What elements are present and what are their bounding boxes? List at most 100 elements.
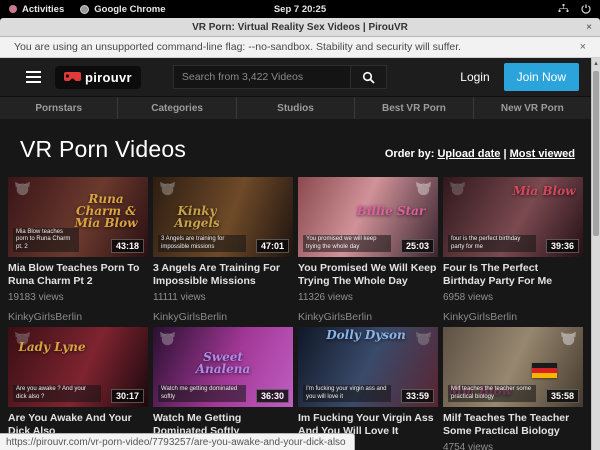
site-logo[interactable]: pirouvr [55,66,141,89]
channel-link[interactable]: KinkyGirlsBerlin [8,311,148,323]
thumbnail-caption: Milf teaches the teacher some practical … [448,385,536,402]
nav-item-studios[interactable]: Studios [237,97,355,119]
hamburger-menu-icon[interactable] [26,71,41,83]
infobar-close-button[interactable]: × [580,41,586,53]
order-by-control: Order by: Upload date | Most viewed [385,148,575,160]
vr-goggles-icon [64,72,81,83]
order-by-label: Order by: [385,148,435,160]
video-card[interactable]: Billie Star You promised we will keep tr… [298,177,438,323]
chrome-icon [80,5,89,14]
window-title: VR Porn: Virtual Reality Sex Videos | Pi… [192,22,408,33]
video-thumbnail[interactable]: Kinky Angels 3 Angels are training for i… [153,177,293,257]
scrollbar-thumb[interactable] [593,71,599,236]
search-button[interactable] [351,65,387,89]
thumbnail-caption: You promised we will keep trying the who… [303,235,391,252]
active-app-menu[interactable]: Google Chrome [80,4,165,15]
video-card[interactable]: Lady Lyne Are you awake ? And your dick … [8,327,148,450]
video-card[interactable]: Dolly Dyson I'm fucking your virgin ass … [298,327,438,450]
channel-link[interactable]: KinkyGirlsBerlin [153,311,293,323]
channel-link[interactable]: KinkyGirlsBerlin [443,311,583,323]
duration-badge: 43:18 [111,239,144,253]
nav-item-new-vr-porn[interactable]: New VR Porn [474,97,591,119]
power-icon[interactable] [581,4,591,14]
thumbnail-caption: Watch me getting dominated softly [158,385,246,402]
cat-mask-watermark-icon [560,331,577,351]
thumbnail-caption: I'm fucking your virgin ass and you will… [303,385,391,402]
video-thumbnail[interactable]: Runa Charm & Mia Blow Mia Blow teaches p… [8,177,148,257]
order-most-viewed-link[interactable]: Most viewed [510,148,575,160]
cat-mask-watermark-icon [449,181,466,201]
system-top-bar: Sep 7 20:25 Activities Google Chrome [0,0,600,18]
order-upload-date-link[interactable]: Upload date [437,148,500,160]
scrollbar-up-arrow-icon[interactable]: ▲ [592,59,600,69]
video-title[interactable]: Four Is The Perfect Birthday Party For M… [443,262,583,288]
thumbnail-overlay-title: Kinky Angels [161,205,233,229]
cat-mask-watermark-icon [415,331,432,351]
nav-item-pornstars[interactable]: Pornstars [0,97,118,119]
page-title: VR Porn Videos [20,136,186,163]
german-flag-icon [532,363,557,378]
duration-badge: 39:36 [546,239,579,253]
video-card[interactable]: Mia Blow Milf teaches the teacher some p… [443,327,583,450]
active-app-label: Google Chrome [94,4,165,15]
nav-item-best-vr-porn[interactable]: Best VR Porn [355,97,473,119]
browser-title-bar: VR Porn: Virtual Reality Sex Videos | Pi… [0,18,600,37]
activities-icon [9,5,17,13]
infobar-message: You are using an unsupported command-lin… [14,41,461,53]
video-thumbnail[interactable]: Billie Star You promised we will keep tr… [298,177,438,257]
video-card[interactable]: Mia Blow four is the perfect birthday pa… [443,177,583,323]
video-title[interactable]: You Promised We Will Keep Trying The Who… [298,262,438,288]
join-now-button[interactable]: Join Now [504,63,579,91]
duration-badge: 47:01 [256,239,289,253]
video-title[interactable]: 3 Angels Are Training For Impossible Mis… [153,262,293,288]
search-input[interactable] [173,65,351,89]
thumbnail-overlay-title: Mia Blow [509,185,579,197]
search-bar [173,65,387,89]
logo-text: pirouvr [85,70,132,85]
video-thumbnail[interactable]: Dolly Dyson I'm fucking your virgin ass … [298,327,438,407]
thumbnail-caption: Are you awake ? And your dick also ? [13,385,101,402]
thumbnail-overlay-title: Sweet Analena [177,351,269,375]
view-count: 6958 views [443,292,583,303]
browser-viewport: pirouvr Login Join Now Pornstars Categor… [0,58,600,450]
status-url-tooltip: https://pirouvr.com/vr-porn-video/779325… [0,433,355,450]
view-count: 11111 views [153,292,293,303]
thumbnail-overlay-title: Lady Lyne [16,341,88,353]
cat-mask-watermark-icon [14,181,31,201]
activities-button[interactable]: Activities [9,4,64,15]
cat-mask-watermark-icon [159,331,176,351]
view-count: 4754 views [443,442,583,450]
view-count: 11326 views [298,292,438,303]
network-icon[interactable] [558,4,569,14]
channel-link[interactable]: KinkyGirlsBerlin [298,311,438,323]
duration-badge: 30:17 [111,389,144,403]
login-link[interactable]: Login [446,70,503,84]
duration-badge: 33:59 [401,389,434,403]
video-title[interactable]: Milf Teaches The Teacher Some Practical … [443,412,583,438]
view-count: 19183 views [8,292,148,303]
video-thumbnail[interactable]: Mia Blow four is the perfect birthday pa… [443,177,583,257]
video-card[interactable]: Sweet Analena Watch me getting dominated… [153,327,293,450]
site-header: pirouvr Login Join Now [0,58,591,96]
main-nav: Pornstars Categories Studios Best VR Por… [0,96,591,119]
thumbnail-overlay-title: Billie Star [352,205,430,217]
video-card[interactable]: Runa Charm & Mia Blow Mia Blow teaches p… [8,177,148,323]
page-heading-row: VR Porn Videos Order by: Upload date | M… [0,119,591,173]
nav-item-categories[interactable]: Categories [118,97,236,119]
video-thumbnail[interactable]: Sweet Analena Watch me getting dominated… [153,327,293,407]
video-thumbnail[interactable]: Lady Lyne Are you awake ? And your dick … [8,327,148,407]
thumbnail-overlay-title: Dolly Dyson [324,329,408,341]
video-card[interactable]: Kinky Angels 3 Angels are training for i… [153,177,293,323]
video-grid: Runa Charm & Mia Blow Mia Blow teaches p… [0,173,591,450]
duration-badge: 35:58 [546,389,579,403]
activities-label: Activities [22,4,64,15]
duration-badge: 36:30 [256,389,289,403]
cat-mask-watermark-icon [415,181,432,201]
vertical-scrollbar[interactable]: ▲ [591,58,600,450]
thumbnail-caption: 3 Angels are training for impossible mis… [158,235,246,252]
thumbnail-overlay-title: Runa Charm & Mia Blow [68,193,144,229]
video-title[interactable]: Mia Blow Teaches Porn To Runa Charm Pt 2 [8,262,148,288]
window-close-button[interactable]: × [586,18,592,36]
cat-mask-watermark-icon [159,181,176,201]
video-thumbnail[interactable]: Mia Blow Milf teaches the teacher some p… [443,327,583,407]
